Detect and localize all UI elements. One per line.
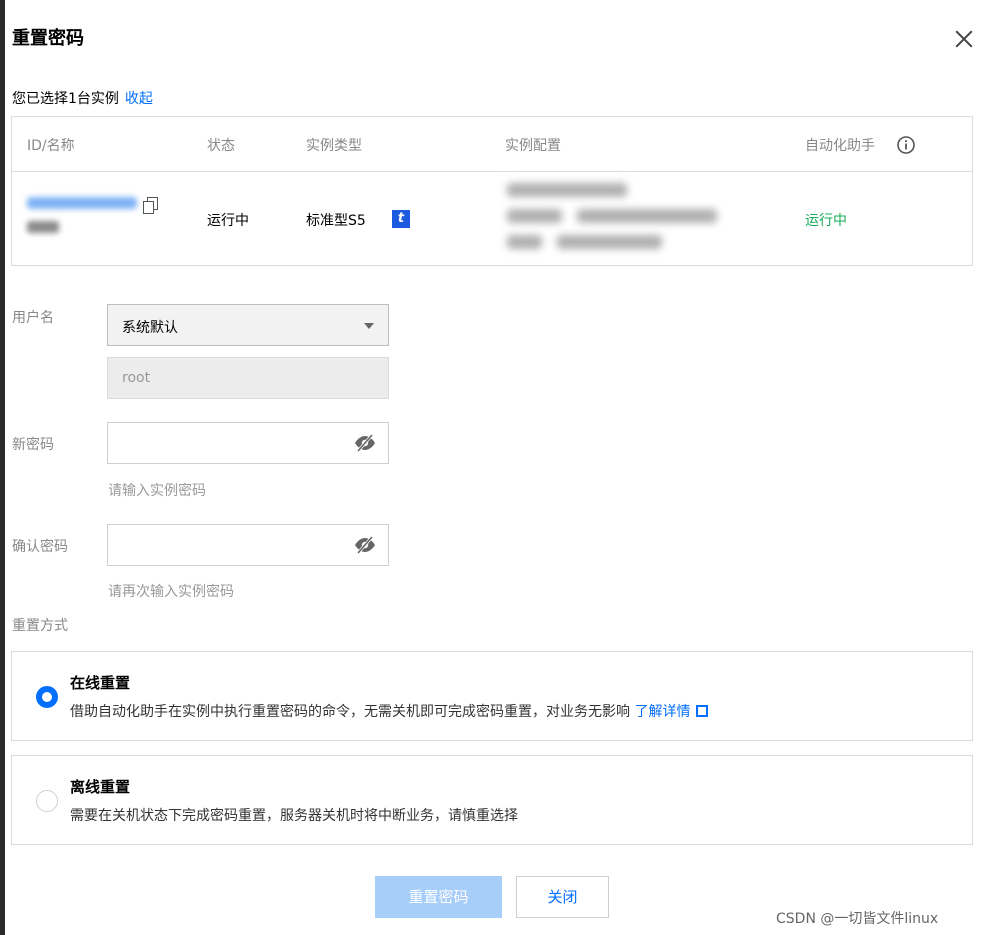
confirm-password-input[interactable] — [108, 525, 348, 565]
radio-online-reset[interactable] — [36, 686, 58, 708]
copy-icon[interactable] — [142, 197, 158, 214]
confirm-password-hint: 请再次输入实例密码 — [108, 584, 234, 600]
collapse-link[interactable]: 收起 — [125, 91, 153, 107]
option-offline-reset[interactable]: 离线重置 需要在关机状态下完成密码重置，服务器关机时将中断业务，请慎重选择 — [11, 755, 973, 845]
username-input — [108, 358, 388, 398]
username-field — [107, 357, 389, 399]
header-automation-assistant: 自动化助手 — [805, 138, 875, 154]
instance-table: ID/名称 状态 实例类型 实例配置 自动化助手 运行中 标准型S5 t 运行中 — [11, 116, 973, 266]
username-select-value: 系统默认 — [122, 320, 178, 336]
dialog-title: 重置密码 — [12, 28, 84, 49]
instance-config-line-1 — [507, 183, 627, 197]
option-online-reset[interactable]: 在线重置 借助自动化助手在实例中执行重置密码的命令，无需关机即可完成密码重置，对… — [11, 651, 973, 741]
username-select[interactable]: 系统默认 — [107, 304, 389, 346]
header-id-name: ID/名称 — [27, 138, 75, 154]
option-online-desc: 借助自动化助手在实例中执行重置密码的命令，无需关机即可完成密码重置，对业务无影响 — [70, 704, 630, 720]
reset-password-button[interactable]: 重置密码 — [375, 876, 502, 918]
selected-summary: 您已选择1台实例 收起 — [12, 88, 153, 108]
eye-off-icon[interactable] — [354, 536, 376, 554]
instance-type: 标准型S5 — [306, 213, 366, 229]
username-label: 用户名 — [12, 310, 54, 326]
watermark: CSDN @一切皆文件linux — [776, 911, 939, 927]
close-icon[interactable] — [950, 26, 978, 54]
chevron-down-icon — [364, 323, 374, 329]
instance-config-line-2b — [577, 209, 717, 223]
eye-off-icon[interactable] — [354, 434, 376, 452]
header-status: 状态 — [207, 138, 235, 154]
new-password-label: 新密码 — [12, 437, 54, 453]
option-online-desc-wrap: 借助自动化助手在实例中执行重置密码的命令，无需关机即可完成密码重置，对业务无影响… — [70, 701, 709, 721]
header-instance-config: 实例配置 — [505, 138, 561, 154]
instance-config-line-2a — [507, 209, 562, 223]
learn-more-link[interactable]: 了解详情 — [634, 704, 709, 720]
instance-config-line-3a — [507, 235, 542, 249]
instance-status: 运行中 — [207, 213, 249, 229]
option-offline-title: 离线重置 — [70, 778, 131, 796]
instance-config-line-3b — [557, 235, 662, 249]
external-link-icon — [696, 705, 709, 717]
table-header: ID/名称 状态 实例类型 实例配置 自动化助手 — [12, 117, 972, 172]
instance-name — [27, 221, 59, 233]
new-password-hint: 请输入实例密码 — [108, 483, 206, 499]
learn-more-label: 了解详情 — [634, 704, 691, 720]
header-instance-type: 实例类型 — [306, 138, 362, 154]
window-edge — [0, 0, 5, 935]
option-online-title: 在线重置 — [70, 674, 131, 692]
info-icon[interactable] — [896, 135, 916, 155]
option-offline-desc: 需要在关机状态下完成密码重置，服务器关机时将中断业务，请慎重选择 — [70, 808, 518, 824]
confirm-password-label: 确认密码 — [12, 539, 68, 555]
confirm-password-field[interactable] — [107, 524, 389, 566]
reset-mode-label: 重置方式 — [12, 618, 68, 634]
selected-count-text: 您已选择1台实例 — [12, 91, 119, 107]
close-button[interactable]: 关闭 — [516, 876, 609, 918]
tencent-badge-icon: t — [392, 210, 410, 228]
new-password-field[interactable] — [107, 422, 389, 464]
new-password-input[interactable] — [108, 423, 348, 463]
assistant-status: 运行中 — [805, 213, 847, 229]
radio-offline-reset[interactable] — [36, 790, 58, 812]
instance-id-link[interactable] — [27, 197, 137, 209]
